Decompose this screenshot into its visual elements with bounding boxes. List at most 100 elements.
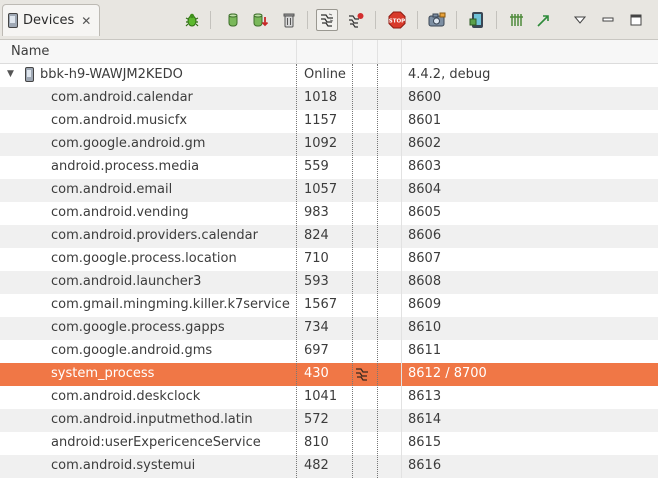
process-port: 8608	[408, 274, 442, 289]
process-name: com.android.email	[51, 182, 173, 197]
device-icon	[8, 13, 18, 28]
table-row[interactable]: com.google.android.gms 697 8611	[0, 340, 658, 363]
process-name: com.google.process.location	[51, 251, 237, 266]
table-row[interactable]: com.android.providers.calendar 824 8606	[0, 225, 658, 248]
table-row[interactable]: com.google.process.gapps 734 8610	[0, 317, 658, 340]
process-pid: 983	[304, 205, 329, 220]
dump-hprof-button[interactable]	[250, 9, 272, 31]
process-port: 8606	[408, 228, 442, 243]
screen-capture-button[interactable]	[426, 9, 448, 31]
process-pid: 1041	[304, 389, 338, 404]
process-name: com.android.vending	[51, 205, 189, 220]
process-port: 8603	[408, 159, 442, 174]
process-pid: 430	[304, 366, 329, 381]
process-pid: 1057	[304, 182, 338, 197]
process-port: 8605	[408, 205, 442, 220]
process-port: 8616	[408, 458, 442, 473]
process-port: 8604	[408, 182, 442, 197]
device-version: 4.4.2, debug	[408, 67, 491, 82]
process-port: 8614	[408, 412, 442, 427]
maximize-icon	[630, 14, 642, 26]
process-name: system_process	[51, 366, 155, 381]
process-port: 8602	[408, 136, 442, 151]
heap-icon	[228, 13, 238, 27]
device-row[interactable]: ▼ bbk-h9-WAWJM2KEDO Online 4.4.2, debug	[0, 64, 658, 87]
process-port: 8609	[408, 297, 442, 312]
close-icon[interactable]: ✕	[81, 14, 91, 28]
process-name: com.google.android.gms	[51, 343, 213, 358]
device-status: Online	[304, 67, 346, 82]
view-menu-button[interactable]	[569, 9, 591, 31]
process-port: 8611	[408, 343, 442, 358]
process-port: 8612 / 8700	[408, 366, 487, 381]
table-row[interactable]: com.android.vending 983 8605	[0, 202, 658, 225]
process-name: com.android.inputmethod.latin	[51, 412, 253, 427]
table-row[interactable]: system_process 430 8612 / 8700	[0, 363, 658, 386]
stop-process-button[interactable]: STOP	[386, 9, 408, 31]
bug-icon	[185, 13, 199, 27]
systrace-button[interactable]	[506, 9, 528, 31]
table-row[interactable]: com.android.email 1057 8604	[0, 179, 658, 202]
devices-tab-label: Devices	[23, 13, 75, 28]
device-icon	[25, 67, 34, 82]
opengl-trace-button[interactable]	[533, 9, 555, 31]
device-process-list: ▼ bbk-h9-WAWJM2KEDO Online 4.4.2, debug …	[0, 64, 658, 478]
systrace-icon	[510, 14, 523, 26]
update-heap-button[interactable]	[222, 9, 244, 31]
table-row[interactable]: com.google.android.gm 1092 8602	[0, 133, 658, 156]
hierarchy-icon	[469, 12, 483, 28]
camera-icon	[428, 12, 446, 27]
process-name: com.android.systemui	[51, 458, 196, 473]
process-name: com.google.process.gapps	[51, 320, 225, 335]
stop-icon: STOP	[388, 11, 406, 29]
table-row[interactable]: com.android.launcher3 593 8608	[0, 271, 658, 294]
table-row[interactable]: com.android.systemui 482 8616	[0, 455, 658, 478]
process-pid: 1567	[304, 297, 338, 312]
update-threads-button[interactable]	[316, 9, 338, 31]
process-pid: 734	[304, 320, 329, 335]
process-name: android:userExpericenceService	[51, 435, 261, 450]
process-pid: 593	[304, 274, 329, 289]
maximize-button[interactable]	[625, 9, 647, 31]
table-row[interactable]: com.android.inputmethod.latin 572 8614	[0, 409, 658, 432]
cause-gc-button[interactable]	[278, 9, 300, 31]
process-port: 8607	[408, 251, 442, 266]
process-pid: 1092	[304, 136, 338, 151]
process-name: com.google.android.gm	[51, 136, 206, 151]
table-row[interactable]: com.android.deskclock 1041 8613	[0, 386, 658, 409]
table-header: Name	[0, 40, 658, 64]
process-name: com.android.deskclock	[51, 389, 201, 404]
minimize-icon	[602, 17, 614, 22]
svg-text:STOP: STOP	[389, 19, 405, 25]
threads-icon	[354, 366, 370, 386]
minimize-button[interactable]	[597, 9, 619, 31]
table-row[interactable]: com.android.musicfx 1157 8601	[0, 110, 658, 133]
table-row[interactable]: com.android.calendar 1018 8600	[0, 87, 658, 110]
table-row[interactable]: com.gmail.mingming.killer.k7service 1567 8…	[0, 294, 658, 317]
process-port: 8600	[408, 90, 442, 105]
process-pid: 824	[304, 228, 329, 243]
chevron-down-icon	[574, 16, 586, 24]
process-name: com.android.calendar	[51, 90, 193, 105]
start-method-profiling-button[interactable]	[345, 9, 367, 31]
table-row[interactable]: com.google.process.location 710 8607	[0, 248, 658, 271]
dump-view-hierarchy-button[interactable]	[466, 9, 488, 31]
process-name: com.android.musicfx	[51, 113, 188, 128]
table-row[interactable]: android:userExpericenceService 810 8615	[0, 432, 658, 455]
trace-icon	[537, 15, 549, 27]
process-name: android.process.media	[51, 159, 200, 174]
column-header-name[interactable]: Name	[11, 44, 49, 59]
process-name: com.gmail.mingming.killer.k7service	[51, 297, 290, 312]
process-name: com.android.launcher3	[51, 274, 202, 289]
view-toolbar: Devices ✕ STOP	[0, 0, 658, 40]
devices-tab[interactable]: Devices ✕	[2, 4, 100, 36]
table-row[interactable]: android.process.media 559 8603	[0, 156, 658, 179]
process-pid: 697	[304, 343, 329, 358]
process-port: 8601	[408, 113, 442, 128]
process-name: com.android.providers.calendar	[51, 228, 258, 243]
heap-dump-icon	[253, 13, 269, 27]
process-pid: 559	[304, 159, 329, 174]
debug-process-button[interactable]	[181, 9, 203, 31]
collapse-triangle-icon[interactable]: ▼	[7, 69, 14, 79]
device-name: bbk-h9-WAWJM2KEDO	[40, 67, 183, 82]
